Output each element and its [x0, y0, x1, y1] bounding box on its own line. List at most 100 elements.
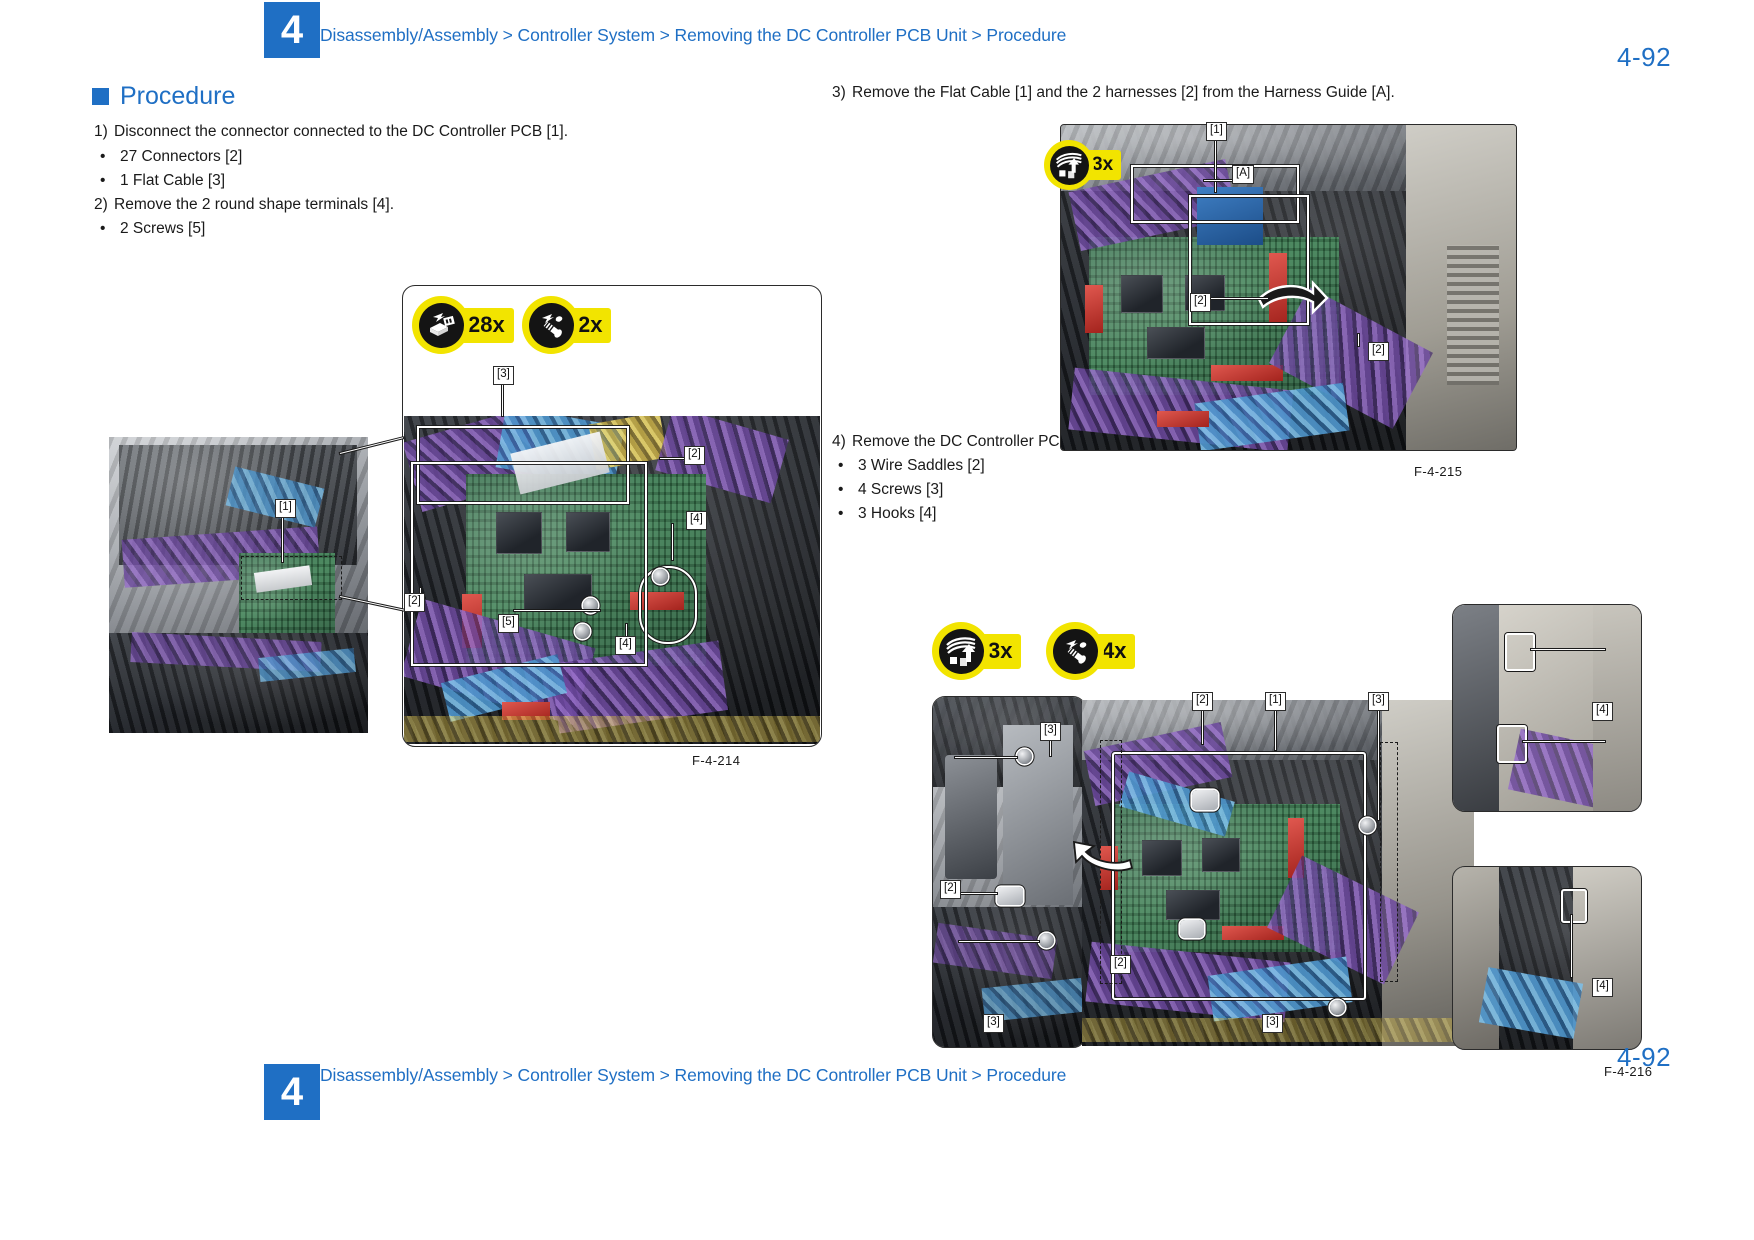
- figure-216-inset-top-leader-b: [1523, 741, 1605, 743]
- figure-216-left-panel: [932, 696, 1086, 1048]
- step-1: 1) Disconnect the connector connected to…: [94, 123, 568, 141]
- step-2-number: 2): [94, 196, 108, 213]
- figure-214-terminal-loop-outline: [639, 566, 697, 644]
- figure-216-inset-bottom-photo: [1453, 867, 1641, 1049]
- step-3-number: 3): [832, 84, 846, 101]
- harness-icon: [932, 622, 990, 680]
- figure-216-inset-top-hook-a: [1505, 633, 1535, 671]
- figure-215-leader-2b: [1358, 334, 1360, 346]
- bullet-hooks-text: 3 Hooks [4]: [858, 505, 937, 522]
- figure-215-direction-arrow: [1257, 277, 1329, 322]
- figure-215-badge-harness: 3x: [1044, 140, 1122, 190]
- figure-214-outline-pcb: [411, 462, 647, 666]
- step-1-number: 1): [94, 123, 108, 140]
- figure-215-leader-1: [1215, 138, 1217, 192]
- header-breadcrumb: Disassembly/Assembly > Controller System…: [320, 25, 1067, 45]
- bullet-flat-cable: • 1 Flat Cable [3]: [100, 172, 225, 190]
- figure-215-caption: F-4-215: [1414, 464, 1463, 479]
- bullet-dot: •: [100, 220, 106, 237]
- figure-214-callout-4b: [4]: [615, 636, 636, 655]
- connector-icon: [412, 296, 470, 354]
- bullet-flat-cable-text: 1 Flat Cable [3]: [120, 172, 226, 189]
- figure-216-saddle-main: [1192, 790, 1218, 810]
- page-number-top: 4-92: [1617, 42, 1672, 72]
- figure-214-screw-marker-a: [653, 569, 668, 584]
- bullet-connectors: • 27 Connectors [2]: [100, 148, 242, 166]
- figure-216-badge-harness: 3x: [932, 622, 1022, 680]
- figure-216-callout-3c: [3]: [1368, 692, 1389, 711]
- page-number-bottom: 4-92: [1617, 1042, 1672, 1072]
- figure-215-callout-1: [1]: [1206, 122, 1227, 141]
- figure-214-callout-3: [3]: [493, 366, 514, 385]
- figure-215-callout-2b: [2]: [1368, 342, 1389, 361]
- figure-216-transition-arrow: [1072, 838, 1134, 883]
- figure-214-callout-1: [1]: [275, 499, 296, 518]
- step-3: 3) Remove the Flat Cable [1] and the 2 h…: [832, 84, 1395, 102]
- figure-216-badge-screws: 4x: [1046, 622, 1136, 680]
- figure-216-hook-edge-marker-right: [1380, 742, 1398, 982]
- figure-216-callout-2a: [2]: [940, 880, 961, 899]
- figure-215-leader-A: [1204, 180, 1232, 182]
- figure-216-leader-2b: [1202, 708, 1204, 744]
- figure-216-leader-3c: [1378, 708, 1380, 820]
- section-bullet-square-icon: [92, 88, 109, 105]
- figure-214-badge-connectors: 28x: [412, 296, 514, 354]
- figure-214-frame: [402, 285, 822, 747]
- figure-214-callout-4a: [4]: [686, 511, 707, 530]
- figure-216-inset-top-hook-b: [1497, 725, 1527, 763]
- figure-214-callout-5: [5]: [498, 614, 519, 633]
- figure-216-left-saddle: [997, 887, 1023, 905]
- step-4-number: 4): [832, 433, 846, 450]
- figure-214-detail-region-marker: [241, 556, 342, 600]
- figure-214-leader-2a: [660, 458, 686, 460]
- figure-216-screw-main-a: [1360, 818, 1375, 833]
- step-2: 2) Remove the 2 round shape terminals [4…: [94, 196, 394, 214]
- figure-214-leader-1: [282, 518, 284, 562]
- footer-breadcrumb: Disassembly/Assembly > Controller System…: [320, 1065, 1067, 1085]
- screw-icon: [522, 296, 580, 354]
- figure-216-leader-1: [1275, 708, 1277, 750]
- figure-216-screw-main-b: [1330, 1000, 1345, 1015]
- figure-216-outline-pcb-unit: [1112, 752, 1366, 1000]
- figure-215-leader-2a: [1206, 298, 1268, 300]
- figure-216-leader-3a: [1050, 738, 1052, 756]
- section-heading: Procedure: [92, 82, 235, 111]
- bullet-4-screws-text: 4 Screws [3]: [858, 481, 944, 498]
- figure-216-inset-top-photo: [1453, 605, 1641, 811]
- figure-216-saddle-main-b: [1180, 920, 1204, 938]
- figure-214-screw-marker-c: [575, 624, 590, 639]
- figure-216-inset-top: [1452, 604, 1642, 812]
- figure-214-callout-2a: [2]: [684, 446, 705, 465]
- figure-216-callout-2c: [2]: [1110, 955, 1131, 974]
- screw-icon: [1046, 622, 1104, 680]
- figure-215-callout-A: [A]: [1232, 165, 1255, 184]
- figure-215-frame: [1060, 124, 1517, 451]
- figure-216-callout-2b: [2]: [1192, 692, 1213, 711]
- bullet-hooks: • 3 Hooks [4]: [838, 505, 936, 523]
- figure-216-left-screw-a: [1017, 749, 1032, 764]
- bullet-dot: •: [100, 172, 106, 189]
- bullet-dot: •: [838, 457, 844, 474]
- figure-214-badge-screws: 2x: [522, 296, 612, 354]
- figure-214-leader-4a: [672, 524, 674, 560]
- figure-216-left-leader-a: [955, 757, 1017, 759]
- bullet-screws-text: 2 Screws [5]: [120, 220, 206, 237]
- figure-216-callout-3b: [3]: [983, 1014, 1004, 1033]
- bullet-dot: •: [838, 481, 844, 498]
- figure-216-callout-3d: [3]: [1262, 1014, 1283, 1033]
- figure-216-callout-1: [1]: [1265, 692, 1286, 711]
- step-3-text: Remove the Flat Cable [1] and the 2 harn…: [852, 84, 1395, 101]
- step-2-text: Remove the 2 round shape terminals [4].: [114, 196, 395, 213]
- figure-215-callout-2a: [2]: [1190, 293, 1211, 312]
- figure-216-inset-bottom-leader: [1571, 915, 1573, 977]
- figure-216-left-photo: [933, 697, 1085, 1047]
- figure-216-callout-3a: [3]: [1040, 722, 1061, 741]
- figure-214-leader-3: [502, 382, 504, 416]
- footer-chapter-tab: 4: [264, 1064, 320, 1120]
- header-chapter-tab: 4: [264, 2, 320, 58]
- figure-214-leader-5a: [514, 610, 600, 612]
- bullet-4-screws: • 4 Screws [3]: [838, 481, 943, 499]
- figure-216-callout-4a: [4]: [1592, 702, 1613, 721]
- bullet-wire-saddles-text: 3 Wire Saddles [2]: [858, 457, 985, 474]
- harness-icon: [1044, 140, 1094, 190]
